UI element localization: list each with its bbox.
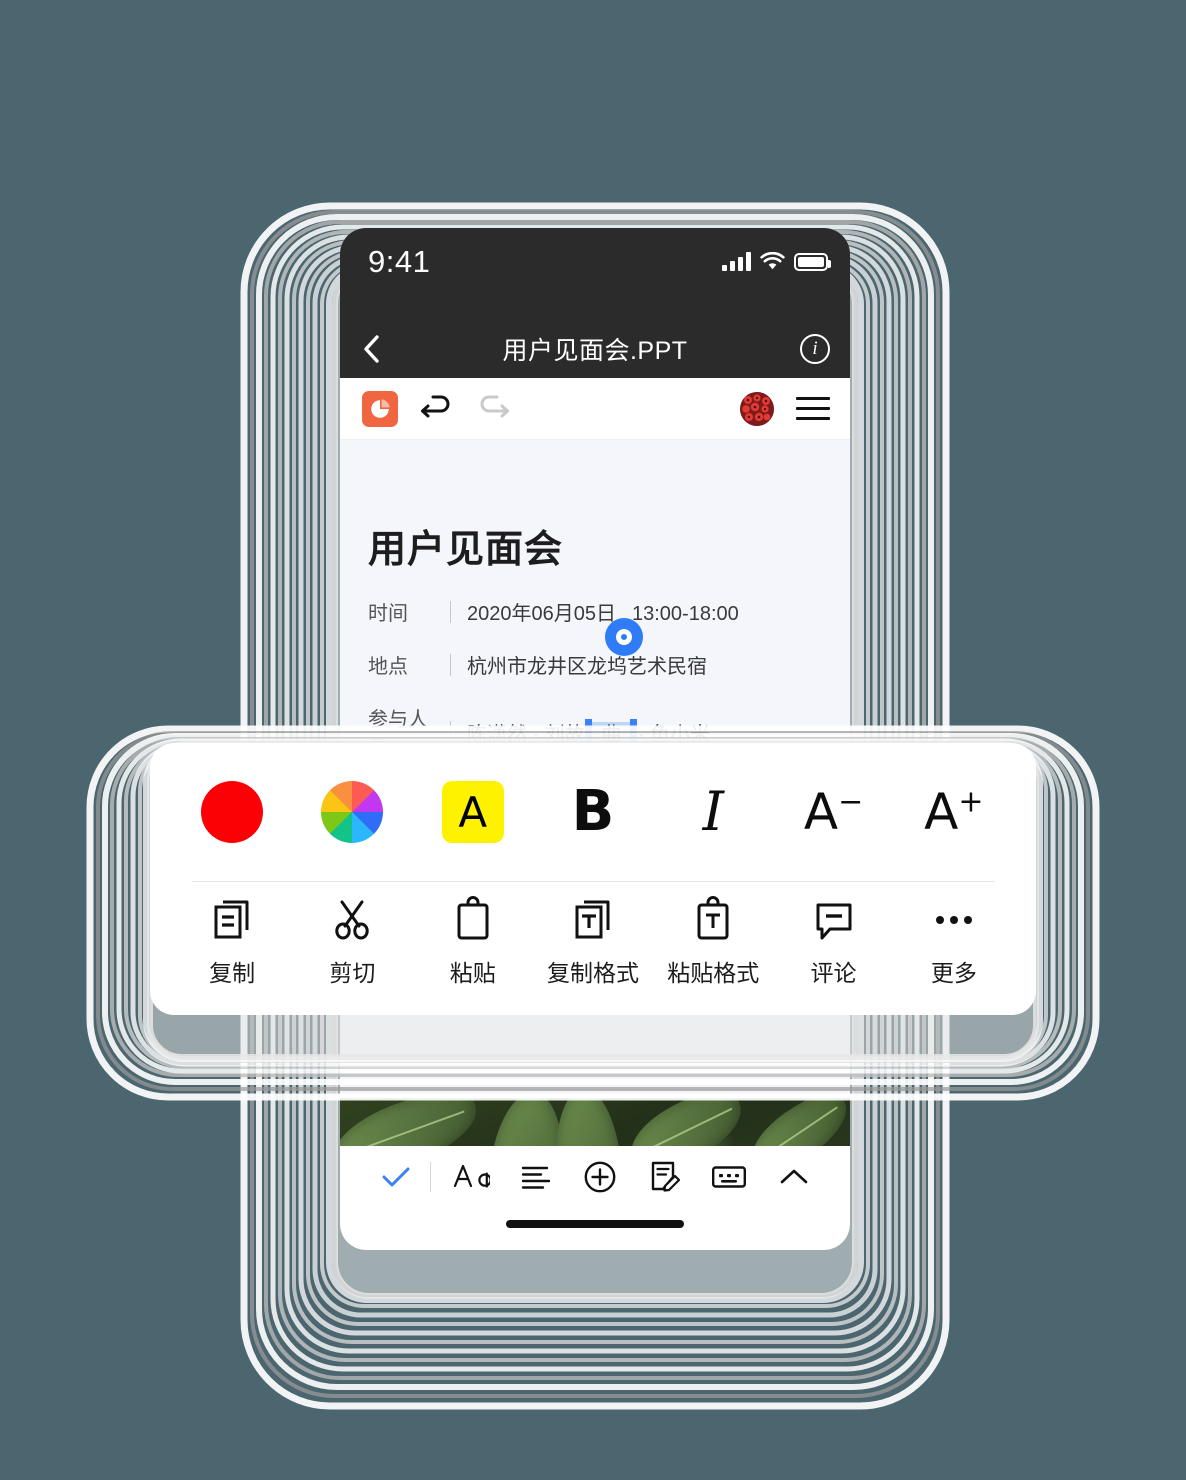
more-label: 更多	[930, 960, 977, 986]
cut-button[interactable]: 剪切	[292, 896, 412, 988]
more-ellipsis-icon	[935, 916, 972, 924]
copy-label: 复制	[209, 960, 256, 986]
color-wheel-button[interactable]	[292, 781, 412, 843]
red-circle-icon	[201, 781, 264, 843]
clipboard-paste-icon	[457, 896, 489, 940]
popup-frame-shadow	[0, 0, 1186, 1480]
comment-label: 评论	[810, 960, 857, 986]
text-format-popup: A B I A− A+ 复制 剪切 粘贴 复制格式 粘贴格式 评论 更多	[150, 743, 1036, 1015]
scissors-cut-icon	[335, 900, 370, 940]
italic-icon: I	[702, 780, 724, 843]
paste-format-button[interactable]: 粘贴格式	[653, 896, 773, 988]
paste-format-label: 粘贴格式	[667, 960, 760, 986]
bold-icon: B	[571, 779, 615, 844]
a-letter: A	[803, 783, 839, 841]
plus-sign: +	[958, 784, 984, 820]
bold-button[interactable]: B	[533, 784, 653, 840]
copy-format-icon	[575, 900, 610, 939]
more-button[interactable]: 更多	[894, 896, 1014, 988]
italic-button[interactable]: I	[653, 785, 773, 839]
highlight-letter: A	[458, 787, 488, 837]
comment-button[interactable]: 评论	[773, 896, 893, 988]
minus-sign: −	[838, 784, 864, 820]
highlight-button[interactable]: A	[413, 781, 533, 843]
paste-format-icon	[697, 896, 729, 940]
increase-font-size-button[interactable]: A+	[894, 783, 1014, 841]
paste-button[interactable]: 粘贴	[413, 896, 533, 988]
highlight-a-icon: A	[441, 781, 504, 843]
paste-label: 粘贴	[449, 960, 496, 986]
copy-icon	[214, 900, 249, 939]
format-row-actions: 复制 剪切 粘贴 复制格式 粘贴格式 评论 更多	[150, 882, 1036, 1014]
text-color-swatch[interactable]	[172, 781, 292, 843]
copy-format-button[interactable]: 复制格式	[533, 896, 653, 988]
a-letter: A	[924, 783, 959, 841]
copy-button[interactable]: 复制	[172, 896, 292, 988]
a-plus-icon: A+	[924, 783, 983, 841]
color-wheel-icon	[321, 781, 384, 843]
a-minus-icon: A−	[804, 783, 863, 841]
format-row-style: A B I A− A+	[150, 743, 1036, 881]
comment-bubble-icon	[816, 903, 852, 940]
cut-label: 剪切	[329, 960, 376, 986]
copy-format-label: 复制格式	[546, 960, 639, 986]
decrease-font-size-button[interactable]: A−	[773, 783, 893, 841]
